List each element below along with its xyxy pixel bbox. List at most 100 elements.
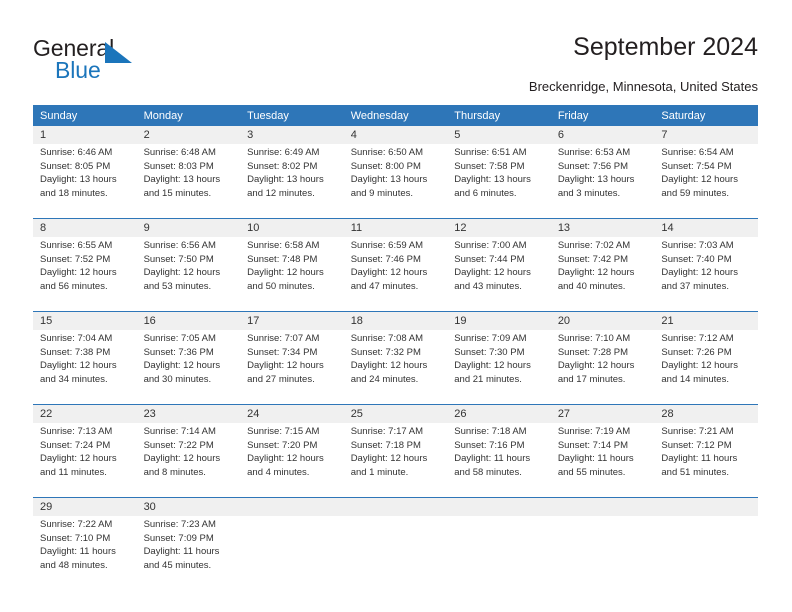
day-number-cell[interactable]: 8 (33, 219, 137, 237)
day-number-cell[interactable]: 17 (240, 312, 344, 330)
day-cell[interactable]: Sunrise: 6:55 AM Sunset: 7:52 PM Daylight:… (33, 237, 137, 301)
day-cell[interactable]: Sunrise: 6:50 AM Sunset: 8:00 PM Daylight:… (343, 144, 448, 208)
day-cell[interactable]: Sunrise: 7:23 AM Sunset: 7:09 PM Daylight:… (136, 516, 241, 580)
day-detail-row: Sunrise: 7:13 AM Sunset: 7:24 PM Daylight:… (33, 423, 758, 487)
week-gap (33, 208, 758, 218)
day-number-cell[interactable]: 4 (343, 126, 448, 144)
daylight-duration-line1: Daylight: 13 hours (143, 174, 221, 186)
sunrise-time: Sunrise: 6:50 AM (350, 147, 424, 158)
day-cell[interactable]: Sunrise: 7:14 AM Sunset: 7:22 PM Daylight:… (136, 423, 241, 487)
day-cell[interactable]: Sunrise: 7:10 AM Sunset: 7:28 PM Daylight:… (550, 330, 655, 394)
day-cell[interactable]: Sunrise: 7:08 AM Sunset: 7:32 PM Daylight:… (343, 330, 448, 394)
day-number-cell[interactable]: 15 (33, 312, 137, 330)
day-number-cell[interactable]: 20 (550, 312, 655, 330)
day-number-cell[interactable]: 19 (447, 312, 551, 330)
daylight-duration-line2: and 6 minutes. (454, 187, 517, 199)
day-number-cell-empty (447, 498, 551, 516)
sunrise-time: Sunrise: 7:21 AM (661, 426, 734, 437)
sunrise-time: Sunrise: 6:54 AM (661, 147, 734, 158)
day-number-cell[interactable]: 27 (550, 405, 655, 423)
day-number-cell[interactable]: 1 (33, 126, 137, 144)
daylight-duration-line2: and 47 minutes. (350, 280, 419, 292)
day-cell[interactable]: Sunrise: 6:56 AM Sunset: 7:50 PM Daylight:… (136, 237, 241, 301)
day-number-cell[interactable]: 3 (240, 126, 344, 144)
day-cell[interactable]: Sunrise: 7:02 AM Sunset: 7:42 PM Daylight:… (550, 237, 655, 301)
weekday-header-monday: Monday (136, 105, 241, 126)
day-number-cell[interactable]: 29 (33, 498, 137, 516)
day-number-cell[interactable]: 21 (654, 312, 758, 330)
daylight-duration-line1: Daylight: 12 hours (454, 267, 531, 279)
day-number-cell[interactable]: 5 (447, 126, 551, 144)
day-cell[interactable]: Sunrise: 7:00 AM Sunset: 7:44 PM Daylight:… (447, 237, 551, 301)
sunset-time: Sunset: 7:56 PM (557, 160, 629, 172)
day-cell[interactable]: Sunrise: 7:03 AM Sunset: 7:40 PM Daylight:… (654, 237, 758, 301)
day-number-cell[interactable]: 18 (343, 312, 448, 330)
day-number-cell[interactable]: 16 (136, 312, 241, 330)
day-cell[interactable]: Sunrise: 7:19 AM Sunset: 7:14 PM Daylight:… (550, 423, 655, 487)
sunrise-time: Sunrise: 7:22 AM (40, 519, 113, 530)
day-number-cell[interactable]: 22 (33, 405, 137, 423)
daylight-duration-line2: and 24 minutes. (350, 373, 419, 385)
day-number-cell[interactable]: 23 (136, 405, 241, 423)
day-cell[interactable]: Sunrise: 7:17 AM Sunset: 7:18 PM Daylight:… (343, 423, 448, 487)
day-cell[interactable]: Sunrise: 7:13 AM Sunset: 7:24 PM Daylight:… (33, 423, 137, 487)
day-cell[interactable]: Sunrise: 7:22 AM Sunset: 7:10 PM Daylight:… (33, 516, 137, 580)
daylight-duration-line2: and 59 minutes. (661, 187, 729, 199)
daylight-duration-line1: Daylight: 11 hours (40, 546, 116, 558)
day-cell[interactable]: Sunrise: 7:07 AM Sunset: 7:34 PM Daylight:… (240, 330, 344, 394)
sunset-time: Sunset: 7:34 PM (247, 346, 318, 358)
day-cell[interactable]: Sunrise: 6:48 AM Sunset: 8:03 PM Daylight:… (136, 144, 241, 208)
day-number-cell[interactable]: 24 (240, 405, 344, 423)
day-cell[interactable]: Sunrise: 7:12 AM Sunset: 7:26 PM Daylight:… (654, 330, 758, 394)
day-cell[interactable]: Sunrise: 7:05 AM Sunset: 7:36 PM Daylight:… (136, 330, 241, 394)
sunrise-time: Sunrise: 7:10 AM (557, 333, 631, 344)
day-number-cell[interactable]: 10 (240, 219, 344, 237)
day-number-cell[interactable]: 11 (343, 219, 448, 237)
day-number-cell[interactable]: 7 (654, 126, 758, 144)
daylight-duration-line1: Daylight: 12 hours (247, 453, 324, 465)
day-cell[interactable]: Sunrise: 6:58 AM Sunset: 7:48 PM Daylight:… (240, 237, 344, 301)
daylight-duration-line2: and 4 minutes. (247, 466, 310, 478)
day-cell[interactable]: Sunrise: 6:46 AM Sunset: 8:05 PM Daylight:… (33, 144, 137, 208)
day-cell[interactable]: Sunrise: 7:15 AM Sunset: 7:20 PM Daylight:… (240, 423, 344, 487)
day-number-cell[interactable]: 28 (654, 405, 758, 423)
sunrise-time: Sunrise: 6:55 AM (40, 240, 113, 251)
sunset-time: Sunset: 7:48 PM (247, 253, 318, 265)
day-number-cell[interactable]: 26 (447, 405, 551, 423)
general-blue-logo[interactable]: General Blue (33, 36, 163, 84)
sunset-time: Sunset: 7:54 PM (661, 160, 732, 172)
day-cell[interactable]: Sunrise: 6:49 AM Sunset: 8:02 PM Daylight:… (240, 144, 344, 208)
day-number-cell[interactable]: 6 (550, 126, 655, 144)
page-title: September 2024 (573, 33, 758, 61)
day-cell[interactable]: Sunrise: 6:54 AM Sunset: 7:54 PM Daylight:… (654, 144, 758, 208)
daylight-duration-line2: and 53 minutes. (143, 280, 212, 292)
sunrise-time: Sunrise: 7:12 AM (661, 333, 734, 344)
day-cell[interactable]: Sunrise: 7:21 AM Sunset: 7:12 PM Daylight:… (654, 423, 758, 487)
day-cell[interactable]: Sunrise: 6:53 AM Sunset: 7:56 PM Daylight:… (550, 144, 655, 208)
calendar-body: 1 2 3 4 5 6 7 Sunrise: 6:46 AM Sunset: 8:05 PM Da… (33, 126, 758, 580)
calendar-header-row: Sunday Monday Tuesday Wednesday Thursday… (33, 105, 758, 126)
sunset-time: Sunset: 8:03 PM (143, 160, 214, 172)
day-cell[interactable]: Sunrise: 7:09 AM Sunset: 7:30 PM Daylight:… (447, 330, 551, 394)
day-number-cell[interactable]: 14 (654, 219, 758, 237)
day-number-cell-empty (654, 498, 758, 516)
day-number-cell[interactable]: 13 (550, 219, 655, 237)
daylight-duration-line1: Daylight: 12 hours (40, 267, 117, 279)
sunrise-time: Sunrise: 7:07 AM (247, 333, 320, 344)
day-number-cell[interactable]: 9 (136, 219, 241, 237)
sunset-time: Sunset: 7:58 PM (454, 160, 525, 172)
day-cell[interactable]: Sunrise: 7:18 AM Sunset: 7:16 PM Daylight:… (447, 423, 551, 487)
sunrise-time: Sunrise: 7:19 AM (557, 426, 631, 437)
day-cell[interactable]: Sunrise: 6:59 AM Sunset: 7:46 PM Daylight:… (343, 237, 448, 301)
daylight-duration-line2: and 30 minutes. (143, 373, 212, 385)
day-number-cell[interactable]: 25 (343, 405, 448, 423)
day-cell[interactable]: Sunrise: 6:51 AM Sunset: 7:58 PM Daylight:… (447, 144, 551, 208)
weekday-header-sunday: Sunday (33, 105, 137, 126)
sunrise-time: Sunrise: 6:46 AM (40, 147, 113, 158)
sunset-time: Sunset: 7:36 PM (143, 346, 214, 358)
day-number-cell[interactable]: 12 (447, 219, 551, 237)
day-cell[interactable]: Sunrise: 7:04 AM Sunset: 7:38 PM Daylight:… (33, 330, 137, 394)
sunrise-time: Sunrise: 6:53 AM (557, 147, 631, 158)
day-number-cell[interactable]: 30 (136, 498, 241, 516)
day-number-cell[interactable]: 2 (136, 126, 241, 144)
